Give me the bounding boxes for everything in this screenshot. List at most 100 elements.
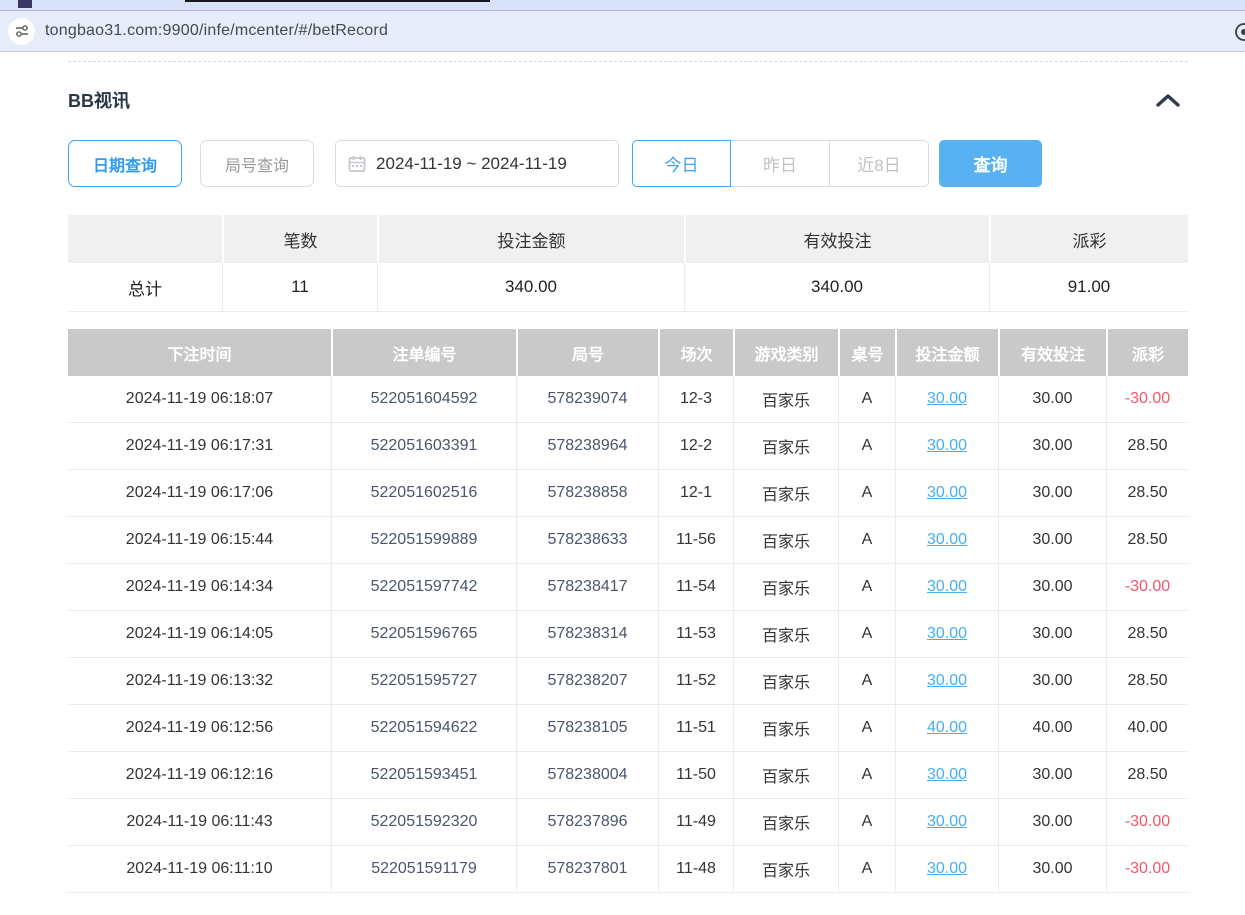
bet-amount-link[interactable]: 30.00 [927,766,967,784]
cell-bet-amount: 30.00 [895,517,998,564]
cell-time: 2024-11-19 06:18:07 [68,376,331,423]
col-header-game: 游戏类别 [733,329,838,376]
table-row: 2024-11-19 06:18:07 522051604592 5782390… [68,376,1188,423]
cell-time: 2024-11-19 06:14:05 [68,611,331,658]
cell-bet-amount: 30.00 [895,423,998,470]
cell-payout: -30.00 [1106,564,1188,611]
cell-bet-id: 522051593451 [331,752,516,799]
summary-total-count: 11 [222,263,377,312]
cell-game: 百家乐 [733,470,838,517]
summary-header-count: 笔数 [222,215,377,263]
panel-header: BB视讯 [68,87,1188,113]
cell-session: 11-53 [658,611,733,658]
cell-table: A [838,517,895,564]
cell-bet-id: 522051603391 [331,423,516,470]
cell-bet-amount: 30.00 [895,611,998,658]
table-row: 2024-11-19 06:14:05 522051596765 5782383… [68,611,1188,658]
bb-video-card: BB视讯 日期查询 局号查询 2024-11-19 ~ 2024-11-19 [68,52,1188,893]
filter-row: 日期查询 局号查询 2024-11-19 ~ 2024-11-19 今日 昨日 … [68,140,1188,187]
bet-amount-link[interactable]: 30.00 [927,437,967,455]
cell-table: A [838,705,895,752]
cell-payout: 28.50 [1106,752,1188,799]
bet-amount-link[interactable]: 40.00 [927,719,967,737]
col-header-round: 局号 [516,329,658,376]
cell-bet-amount: 30.00 [895,846,998,893]
cell-valid-bet: 30.00 [998,470,1106,517]
bet-record-page: BB视讯 日期查询 局号查询 2024-11-19 ~ 2024-11-19 [0,52,1245,913]
cell-payout: -30.00 [1106,846,1188,893]
yesterday-button[interactable]: 昨日 [731,140,830,187]
bet-amount-link[interactable]: 30.00 [927,860,967,878]
bet-table: 下注时间 注单编号 局号 场次 游戏类别 桌号 投注金额 有效投注 派彩 202… [68,329,1188,893]
table-row: 2024-11-19 06:11:10 522051591179 5782378… [68,846,1188,893]
cell-bet-amount: 30.00 [895,564,998,611]
url-text[interactable]: tongbao31.com:9900/infe/mcenter/#/betRec… [45,22,388,40]
eye-icon[interactable] [1233,21,1245,43]
cell-game: 百家乐 [733,376,838,423]
summary-total-label: 总计 [68,263,222,312]
bet-amount-link[interactable]: 30.00 [927,390,967,408]
cell-game: 百家乐 [733,846,838,893]
cell-session: 11-50 [658,752,733,799]
date-query-tab[interactable]: 日期查询 [68,140,182,187]
date-range-value: 2024-11-19 ~ 2024-11-19 [376,154,567,174]
cell-bet-id: 522051597742 [331,564,516,611]
cell-time: 2024-11-19 06:14:34 [68,564,331,611]
cell-session: 12-3 [658,376,733,423]
quick-date-group: 今日 昨日 近8日 [632,140,929,187]
cell-table: A [838,376,895,423]
cell-game: 百家乐 [733,517,838,564]
table-row: 2024-11-19 06:14:34 522051597742 5782384… [68,564,1188,611]
cell-bet-id: 522051602516 [331,470,516,517]
bet-amount-link[interactable]: 30.00 [927,531,967,549]
col-header-bet: 投注金额 [895,329,998,376]
cell-bet-id: 522051592320 [331,799,516,846]
cell-round: 578238858 [516,470,658,517]
cell-table: A [838,564,895,611]
cell-table: A [838,423,895,470]
cell-table: A [838,470,895,517]
cell-round: 578237896 [516,799,658,846]
browser-url-bar[interactable]: tongbao31.com:9900/infe/mcenter/#/betRec… [0,10,1245,52]
bet-amount-link[interactable]: 30.00 [927,578,967,596]
cell-bet-id: 522051604592 [331,376,516,423]
cell-valid-bet: 30.00 [998,376,1106,423]
cell-session: 11-52 [658,658,733,705]
calendar-icon [348,155,366,173]
cell-session: 11-51 [658,705,733,752]
cell-table: A [838,846,895,893]
date-range-input[interactable]: 2024-11-19 ~ 2024-11-19 [335,140,619,187]
search-button[interactable]: 查询 [939,140,1042,187]
col-header-bet-id: 注单编号 [331,329,516,376]
cell-round: 578238314 [516,611,658,658]
table-row: 2024-11-19 06:15:44 522051599889 5782386… [68,517,1188,564]
bet-amount-link[interactable]: 30.00 [927,672,967,690]
cell-valid-bet: 40.00 [998,705,1106,752]
cell-time: 2024-11-19 06:15:44 [68,517,331,564]
cell-game: 百家乐 [733,705,838,752]
cell-valid-bet: 30.00 [998,846,1106,893]
cell-time: 2024-11-19 06:12:16 [68,752,331,799]
cell-table: A [838,658,895,705]
cell-valid-bet: 30.00 [998,564,1106,611]
cell-payout: 28.50 [1106,658,1188,705]
summary-header-bet-amount: 投注金额 [377,215,684,263]
table-row: 2024-11-19 06:13:32 522051595727 5782382… [68,658,1188,705]
bet-amount-link[interactable]: 30.00 [927,813,967,831]
site-settings-icon[interactable] [8,18,35,45]
bet-amount-link[interactable]: 30.00 [927,484,967,502]
round-query-tab[interactable]: 局号查询 [200,140,314,187]
cell-valid-bet: 30.00 [998,799,1106,846]
today-button[interactable]: 今日 [632,140,731,187]
table-row: 2024-11-19 06:17:06 522051602516 5782388… [68,470,1188,517]
page-title: BB视讯 [68,87,130,113]
cell-valid-bet: 30.00 [998,517,1106,564]
cell-payout: 28.50 [1106,611,1188,658]
collapse-button[interactable] [1148,87,1188,113]
cell-bet-id: 522051599889 [331,517,516,564]
cell-round: 578238004 [516,752,658,799]
cell-bet-amount: 30.00 [895,376,998,423]
col-header-payout: 派彩 [1106,329,1188,376]
last-8-days-button[interactable]: 近8日 [830,140,929,187]
bet-amount-link[interactable]: 30.00 [927,625,967,643]
